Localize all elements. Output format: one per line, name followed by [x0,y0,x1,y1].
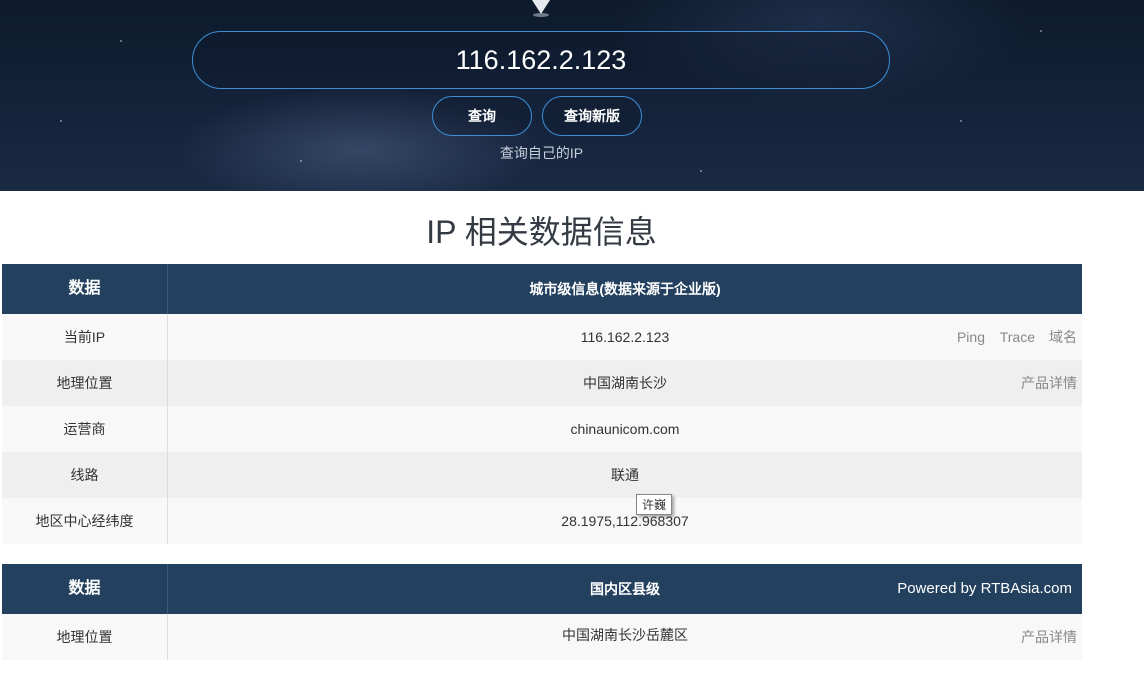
row-label: 线路 [2,452,168,498]
header-col-city-info: 城市级信息(数据来源于企业版) [529,281,721,297]
star-decoration [60,120,62,122]
domain-link[interactable]: 域名 [1049,314,1077,360]
product-details-link[interactable]: 产品详情 [1021,360,1077,406]
star-decoration [120,40,122,42]
query-button[interactable]: 查询 [432,96,532,136]
table-header: 数据 国内区县级 Powered by RTBAsia.com [2,564,1082,614]
page-title: IP 相关数据信息 [426,214,657,250]
table-row: 地理位置 中国湖南长沙 产品详情 [2,360,1082,406]
query-self-ip-link[interactable]: 查询自己的IP [0,143,1083,163]
row-value: 联通 [611,467,639,483]
trace-link[interactable]: Trace [1000,314,1035,360]
header-col-data: 数据 [2,264,168,314]
powered-by-link[interactable]: Powered by RTBAsia.com [897,564,1072,614]
star-decoration [700,170,702,172]
star-decoration [1040,30,1042,32]
row-value: chinaunicom.com [570,421,680,437]
table-header: 数据 城市级信息(数据来源于企业版) [2,264,1082,314]
ip-search-input[interactable] [192,31,890,89]
tooltip: 许巍 [636,494,673,515]
table-row: 地理位置 中国湖南长沙岳麓区 产品详情 [2,614,1082,660]
star-decoration [960,120,962,122]
ping-link[interactable]: Ping [957,314,985,360]
row-value: 116.162.2.123 [580,329,670,345]
row-value: 中国湖南长沙岳麓区 [562,627,688,643]
district-info-table: 数据 国内区县级 Powered by RTBAsia.com 地理位置 中国湖… [2,564,1082,660]
row-label: 地理位置 [2,360,168,406]
row-value: 28.1975,112.968307 [561,513,689,529]
row-label: 地理位置 [2,614,168,660]
row-label: 当前IP [2,314,168,360]
product-details-link[interactable]: 产品详情 [1021,614,1077,660]
header-col-data: 数据 [2,564,168,614]
location-pin-icon [532,0,550,17]
row-value: 中国湖南长沙 [583,375,667,391]
table-row: 当前IP 116.162.2.123 Ping Trace 域名 [2,314,1082,360]
hero-banner: 查询 查询新版 查询自己的IP [0,0,1144,191]
table-row: 运营商 chinaunicom.com [2,406,1082,452]
row-label: 运营商 [2,406,168,452]
city-info-table: 数据 城市级信息(数据来源于企业版) 当前IP 116.162.2.123 Pi… [2,264,1082,544]
table-row: 线路 联通 [2,452,1082,498]
row-label: 地区中心经纬度 [2,498,168,544]
query-new-button[interactable]: 查询新版 [542,96,642,136]
table-row: 地区中心经纬度 28.1975,112.968307 [2,498,1082,544]
